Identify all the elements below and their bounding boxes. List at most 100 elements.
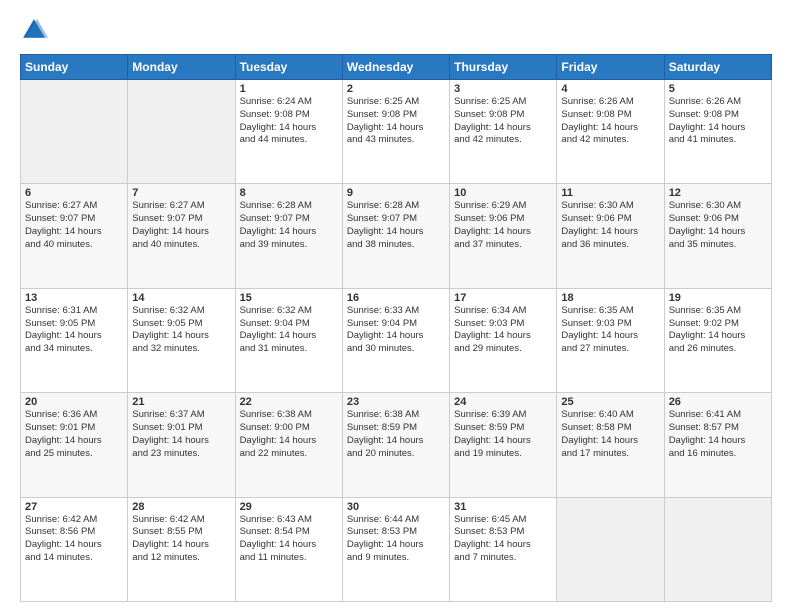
day-number: 1 [240, 83, 338, 95]
day-number: 7 [132, 187, 230, 199]
calendar-cell: 1Sunrise: 6:24 AMSunset: 9:08 PMDaylight… [235, 80, 342, 184]
calendar-cell: 28Sunrise: 6:42 AMSunset: 8:55 PMDayligh… [128, 497, 235, 601]
day-info: Sunrise: 6:44 AMSunset: 8:53 PMDaylight:… [347, 514, 445, 565]
week-row-4: 20Sunrise: 6:36 AMSunset: 9:01 PMDayligh… [21, 393, 772, 497]
calendar-cell: 22Sunrise: 6:38 AMSunset: 9:00 PMDayligh… [235, 393, 342, 497]
day-number: 4 [561, 83, 659, 95]
calendar-cell: 30Sunrise: 6:44 AMSunset: 8:53 PMDayligh… [342, 497, 449, 601]
calendar-cell: 8Sunrise: 6:28 AMSunset: 9:07 PMDaylight… [235, 184, 342, 288]
calendar-cell: 21Sunrise: 6:37 AMSunset: 9:01 PMDayligh… [128, 393, 235, 497]
day-number: 11 [561, 187, 659, 199]
logo [20, 16, 52, 44]
day-info: Sunrise: 6:26 AMSunset: 9:08 PMDaylight:… [669, 96, 767, 147]
calendar-cell: 26Sunrise: 6:41 AMSunset: 8:57 PMDayligh… [664, 393, 771, 497]
weekday-header-wednesday: Wednesday [342, 55, 449, 80]
calendar-cell: 14Sunrise: 6:32 AMSunset: 9:05 PMDayligh… [128, 288, 235, 392]
day-info: Sunrise: 6:43 AMSunset: 8:54 PMDaylight:… [240, 514, 338, 565]
calendar-cell: 20Sunrise: 6:36 AMSunset: 9:01 PMDayligh… [21, 393, 128, 497]
day-info: Sunrise: 6:45 AMSunset: 8:53 PMDaylight:… [454, 514, 552, 565]
calendar-cell: 5Sunrise: 6:26 AMSunset: 9:08 PMDaylight… [664, 80, 771, 184]
header [20, 16, 772, 44]
week-row-2: 6Sunrise: 6:27 AMSunset: 9:07 PMDaylight… [21, 184, 772, 288]
day-info: Sunrise: 6:28 AMSunset: 9:07 PMDaylight:… [240, 200, 338, 251]
day-info: Sunrise: 6:30 AMSunset: 9:06 PMDaylight:… [561, 200, 659, 251]
weekday-header-friday: Friday [557, 55, 664, 80]
day-number: 28 [132, 501, 230, 513]
calendar-cell: 4Sunrise: 6:26 AMSunset: 9:08 PMDaylight… [557, 80, 664, 184]
weekday-header-tuesday: Tuesday [235, 55, 342, 80]
day-number: 16 [347, 292, 445, 304]
day-info: Sunrise: 6:32 AMSunset: 9:04 PMDaylight:… [240, 305, 338, 356]
day-info: Sunrise: 6:24 AMSunset: 9:08 PMDaylight:… [240, 96, 338, 147]
day-info: Sunrise: 6:29 AMSunset: 9:06 PMDaylight:… [454, 200, 552, 251]
day-number: 22 [240, 396, 338, 408]
day-number: 10 [454, 187, 552, 199]
day-number: 12 [669, 187, 767, 199]
day-info: Sunrise: 6:31 AMSunset: 9:05 PMDaylight:… [25, 305, 123, 356]
day-number: 26 [669, 396, 767, 408]
weekday-header-thursday: Thursday [450, 55, 557, 80]
calendar-cell: 18Sunrise: 6:35 AMSunset: 9:03 PMDayligh… [557, 288, 664, 392]
day-info: Sunrise: 6:38 AMSunset: 9:00 PMDaylight:… [240, 409, 338, 460]
page: SundayMondayTuesdayWednesdayThursdayFrid… [0, 0, 792, 612]
day-info: Sunrise: 6:35 AMSunset: 9:03 PMDaylight:… [561, 305, 659, 356]
calendar-cell [557, 497, 664, 601]
day-number: 8 [240, 187, 338, 199]
day-info: Sunrise: 6:35 AMSunset: 9:02 PMDaylight:… [669, 305, 767, 356]
day-info: Sunrise: 6:38 AMSunset: 8:59 PMDaylight:… [347, 409, 445, 460]
calendar-cell: 12Sunrise: 6:30 AMSunset: 9:06 PMDayligh… [664, 184, 771, 288]
day-number: 14 [132, 292, 230, 304]
day-number: 27 [25, 501, 123, 513]
calendar-cell: 31Sunrise: 6:45 AMSunset: 8:53 PMDayligh… [450, 497, 557, 601]
calendar-cell: 25Sunrise: 6:40 AMSunset: 8:58 PMDayligh… [557, 393, 664, 497]
day-number: 18 [561, 292, 659, 304]
day-number: 19 [669, 292, 767, 304]
day-info: Sunrise: 6:36 AMSunset: 9:01 PMDaylight:… [25, 409, 123, 460]
day-number: 24 [454, 396, 552, 408]
day-number: 5 [669, 83, 767, 95]
week-row-1: 1Sunrise: 6:24 AMSunset: 9:08 PMDaylight… [21, 80, 772, 184]
day-number: 17 [454, 292, 552, 304]
calendar-cell [664, 497, 771, 601]
day-info: Sunrise: 6:26 AMSunset: 9:08 PMDaylight:… [561, 96, 659, 147]
logo-icon [20, 16, 48, 44]
day-number: 15 [240, 292, 338, 304]
calendar-cell: 24Sunrise: 6:39 AMSunset: 8:59 PMDayligh… [450, 393, 557, 497]
day-info: Sunrise: 6:27 AMSunset: 9:07 PMDaylight:… [25, 200, 123, 251]
calendar-cell: 13Sunrise: 6:31 AMSunset: 9:05 PMDayligh… [21, 288, 128, 392]
day-number: 20 [25, 396, 123, 408]
weekday-header-sunday: Sunday [21, 55, 128, 80]
calendar-cell: 16Sunrise: 6:33 AMSunset: 9:04 PMDayligh… [342, 288, 449, 392]
day-number: 31 [454, 501, 552, 513]
calendar-cell [21, 80, 128, 184]
week-row-3: 13Sunrise: 6:31 AMSunset: 9:05 PMDayligh… [21, 288, 772, 392]
weekday-header-saturday: Saturday [664, 55, 771, 80]
day-info: Sunrise: 6:37 AMSunset: 9:01 PMDaylight:… [132, 409, 230, 460]
day-number: 30 [347, 501, 445, 513]
calendar-cell: 11Sunrise: 6:30 AMSunset: 9:06 PMDayligh… [557, 184, 664, 288]
day-number: 29 [240, 501, 338, 513]
day-info: Sunrise: 6:34 AMSunset: 9:03 PMDaylight:… [454, 305, 552, 356]
day-number: 2 [347, 83, 445, 95]
calendar-cell: 27Sunrise: 6:42 AMSunset: 8:56 PMDayligh… [21, 497, 128, 601]
day-info: Sunrise: 6:39 AMSunset: 8:59 PMDaylight:… [454, 409, 552, 460]
day-info: Sunrise: 6:40 AMSunset: 8:58 PMDaylight:… [561, 409, 659, 460]
day-info: Sunrise: 6:33 AMSunset: 9:04 PMDaylight:… [347, 305, 445, 356]
day-info: Sunrise: 6:27 AMSunset: 9:07 PMDaylight:… [132, 200, 230, 251]
calendar-cell: 9Sunrise: 6:28 AMSunset: 9:07 PMDaylight… [342, 184, 449, 288]
day-info: Sunrise: 6:30 AMSunset: 9:06 PMDaylight:… [669, 200, 767, 251]
calendar-cell: 19Sunrise: 6:35 AMSunset: 9:02 PMDayligh… [664, 288, 771, 392]
calendar-cell: 3Sunrise: 6:25 AMSunset: 9:08 PMDaylight… [450, 80, 557, 184]
day-info: Sunrise: 6:41 AMSunset: 8:57 PMDaylight:… [669, 409, 767, 460]
day-number: 25 [561, 396, 659, 408]
calendar-cell: 10Sunrise: 6:29 AMSunset: 9:06 PMDayligh… [450, 184, 557, 288]
day-info: Sunrise: 6:32 AMSunset: 9:05 PMDaylight:… [132, 305, 230, 356]
calendar-cell: 7Sunrise: 6:27 AMSunset: 9:07 PMDaylight… [128, 184, 235, 288]
calendar-cell: 29Sunrise: 6:43 AMSunset: 8:54 PMDayligh… [235, 497, 342, 601]
day-number: 6 [25, 187, 123, 199]
calendar-table: SundayMondayTuesdayWednesdayThursdayFrid… [20, 54, 772, 602]
day-number: 13 [25, 292, 123, 304]
calendar-cell: 6Sunrise: 6:27 AMSunset: 9:07 PMDaylight… [21, 184, 128, 288]
day-number: 23 [347, 396, 445, 408]
day-info: Sunrise: 6:25 AMSunset: 9:08 PMDaylight:… [347, 96, 445, 147]
